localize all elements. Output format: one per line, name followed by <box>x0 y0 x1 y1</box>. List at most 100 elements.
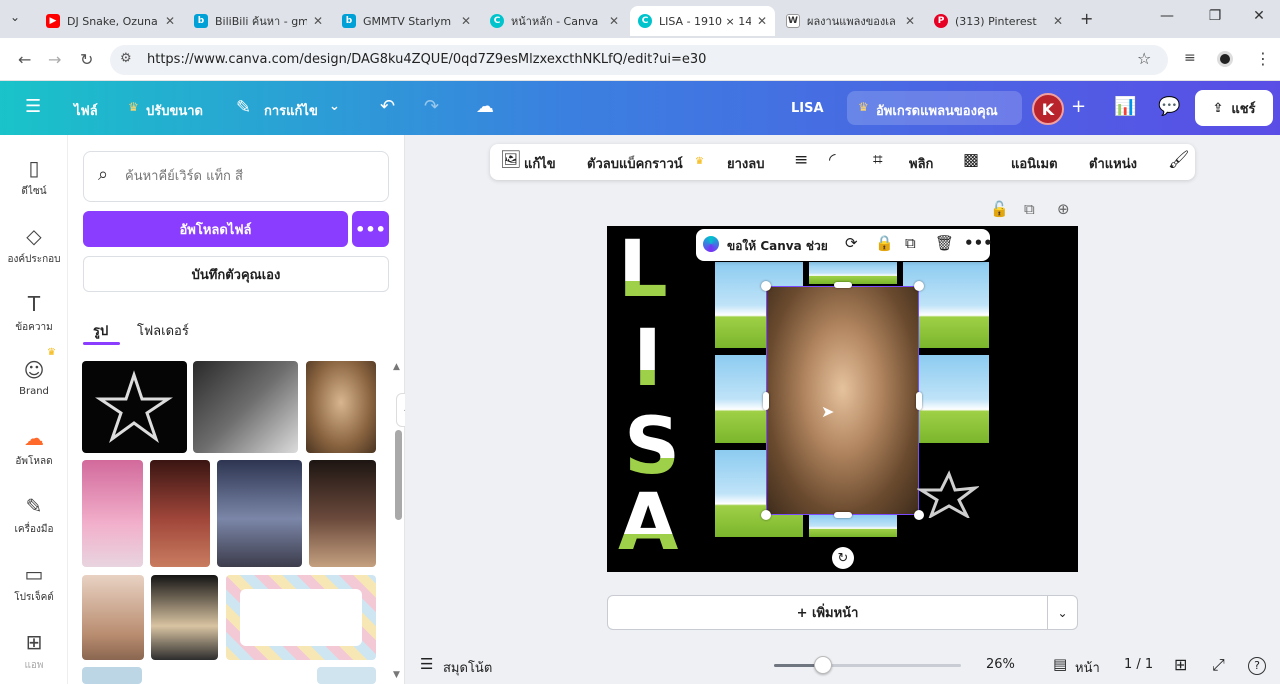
sidebar-item-brand[interactable]: ☺ Brand <box>0 358 68 397</box>
position-button[interactable]: ตำแหน่ง <box>1089 153 1137 174</box>
letter-i[interactable]: I <box>633 314 662 404</box>
restore-icon[interactable]: ❐ <box>1200 8 1230 24</box>
sidebar-item-tools[interactable]: ✎ เครื่องมือ <box>0 494 68 537</box>
upload-thumbnail[interactable] <box>150 460 210 567</box>
photo-frame[interactable] <box>809 262 897 284</box>
upload-thumbnail[interactable] <box>226 575 376 660</box>
file-menu[interactable]: ไฟล์ <box>74 100 98 121</box>
insights-icon[interactable]: 📊 <box>1114 96 1136 117</box>
browser-tab[interactable]: C หน้าหลัก - Canva ✕ <box>482 6 627 36</box>
browser-tab[interactable]: ▶ DJ Snake, Ozuna ✕ <box>38 6 183 36</box>
browser-tab[interactable]: P (313) Pinterest ✕ <box>926 6 1071 36</box>
cloud-save-icon[interactable]: ☁ <box>476 96 494 117</box>
minimize-icon[interactable]: — <box>1152 8 1182 24</box>
panel-scrollbar[interactable] <box>395 430 402 520</box>
resize-handle[interactable] <box>916 392 922 410</box>
resize-handle[interactable] <box>763 392 769 410</box>
chevron-down-icon[interactable]: ⌄ <box>329 99 340 114</box>
browser-tab[interactable]: b GMMTV Starlym ✕ <box>334 6 479 36</box>
browser-tab[interactable]: W ผลงานแพลงของเล ✕ <box>778 6 923 36</box>
transparency-icon[interactable]: ▩ <box>963 150 979 170</box>
crop-icon[interactable]: ⌗ <box>873 150 883 170</box>
grid-view-icon[interactable]: ⊞ <box>1174 655 1187 674</box>
upload-thumbnail[interactable] <box>82 460 143 567</box>
photo-frame[interactable] <box>809 515 897 537</box>
duplicate-icon[interactable]: ⧉ <box>905 234 916 252</box>
browser-tab-active[interactable]: C LISA - 1910 × 14 ✕ <box>630 6 775 36</box>
eraser-button[interactable]: ยางลบ <box>727 153 764 174</box>
avatar[interactable]: K <box>1032 93 1064 125</box>
redo-icon[interactable]: ↷ <box>424 96 439 117</box>
add-page-icon[interactable]: ⊕ <box>1057 200 1070 218</box>
trash-icon[interactable]: 🗑 <box>935 234 954 252</box>
sidebar-item-uploads[interactable]: ☁ อัพโหลด <box>0 426 68 469</box>
animate-button[interactable]: แอนิเมต <box>1011 153 1058 174</box>
chevron-down-icon[interactable]: ⌄ <box>1047 595 1078 630</box>
upload-thumbnail[interactable] <box>306 361 376 453</box>
corner-rounding-icon[interactable]: ◜ <box>829 150 836 170</box>
resize-handle[interactable] <box>761 510 771 520</box>
bg-remover-button[interactable]: ตัวลบแบ็คกราวน์ <box>587 153 683 174</box>
design-title[interactable]: LISA <box>791 101 824 116</box>
close-tab-icon[interactable]: ✕ <box>165 14 175 28</box>
selected-photo[interactable] <box>766 286 919 515</box>
rotate-icon[interactable]: ↻ <box>832 547 854 569</box>
undo-icon[interactable]: ↶ <box>380 96 395 117</box>
letter-a[interactable]: A <box>618 478 678 568</box>
help-icon[interactable]: ? <box>1248 657 1266 675</box>
close-tab-icon[interactable]: ✕ <box>757 14 767 28</box>
scroll-up-icon[interactable]: ▲ <box>393 362 400 372</box>
record-yourself-button[interactable]: บันทึกตัวคุณเอง <box>83 256 389 292</box>
upload-thumbnail[interactable] <box>309 460 376 567</box>
upload-thumbnail[interactable] <box>317 667 376 684</box>
close-window-icon[interactable]: ✕ <box>1244 8 1274 24</box>
url-text[interactable]: https://www.canva.com/design/DAG8ku4ZQUE… <box>147 52 706 67</box>
ask-canva-button[interactable]: ขอให้ Canva ช่วย <box>727 237 828 256</box>
pages-button[interactable]: หน้า <box>1075 657 1100 678</box>
comment-add-icon[interactable]: ⟳ <box>845 234 858 252</box>
menu-icon[interactable]: ☰ <box>25 96 41 117</box>
sidebar-item-design[interactable]: ▯ ดีไซน์ <box>0 156 68 199</box>
comment-icon[interactable]: 💬 <box>1158 96 1180 117</box>
share-button[interactable]: ⇪ แชร์ <box>1195 90 1273 126</box>
upload-files-button[interactable]: อัพโหลดไฟล์ <box>83 211 348 247</box>
resize-handle[interactable] <box>834 282 852 288</box>
profile-icon[interactable] <box>1217 51 1233 67</box>
add-collaborator-icon[interactable]: + <box>1071 96 1086 117</box>
star-graphic[interactable] <box>917 470 979 518</box>
lock-icon[interactable]: 🔒 <box>875 234 894 252</box>
upload-thumbnail[interactable] <box>82 361 187 453</box>
back-icon[interactable]: ← <box>18 50 31 69</box>
sidebar-item-elements[interactable]: ◇ องค์ประกอบ <box>0 224 68 267</box>
more-icon[interactable]: ••• <box>964 234 993 252</box>
sidebar-item-text[interactable]: T ข้อความ <box>0 292 68 335</box>
resize-handle[interactable] <box>914 281 924 291</box>
notes-button[interactable]: สมุดโน้ต <box>443 657 492 678</box>
sidebar-item-projects[interactable]: ▭ โปรเจ็คต์ <box>0 562 68 605</box>
zoom-level[interactable]: 26% <box>986 657 1015 672</box>
reload-icon[interactable]: ↻ <box>80 50 93 69</box>
duplicate-page-icon[interactable]: ⧉ <box>1024 200 1035 218</box>
tab-search-icon[interactable]: ⌄ <box>10 10 20 24</box>
tab-folders[interactable]: โฟลเดอร์ <box>137 320 189 341</box>
edit-image-button[interactable]: แก้ไข <box>524 153 556 174</box>
resize-handle[interactable] <box>914 510 924 520</box>
zoom-slider-knob[interactable] <box>814 656 832 674</box>
copy-style-icon[interactable]: 🖌 <box>1168 150 1190 170</box>
bookmark-star-icon[interactable]: ☆ <box>1137 49 1151 68</box>
add-page-button[interactable]: + เพิ่มหน้า <box>607 595 1048 630</box>
scroll-down-icon[interactable]: ▼ <box>393 670 400 680</box>
border-style-icon[interactable]: ≡ <box>794 150 808 170</box>
tab-images[interactable]: รูป <box>93 320 108 341</box>
close-tab-icon[interactable]: ✕ <box>905 14 915 28</box>
sidebar-item-apps[interactable]: ⊞ แอพ <box>0 630 68 673</box>
letter-l[interactable]: L <box>618 225 668 315</box>
close-tab-icon[interactable]: ✕ <box>313 14 323 28</box>
resize-handle[interactable] <box>834 512 852 518</box>
site-info-icon[interactable]: ⚙ <box>120 51 132 66</box>
browser-tab[interactable]: b BiliBili ค้นหา - gm ✕ <box>186 6 331 36</box>
fullscreen-icon[interactable]: ⤢ <box>1212 655 1225 675</box>
upload-thumbnail[interactable] <box>82 575 144 660</box>
new-tab-icon[interactable]: + <box>1080 9 1093 28</box>
lock-page-icon[interactable]: 🔓 <box>990 200 1009 218</box>
